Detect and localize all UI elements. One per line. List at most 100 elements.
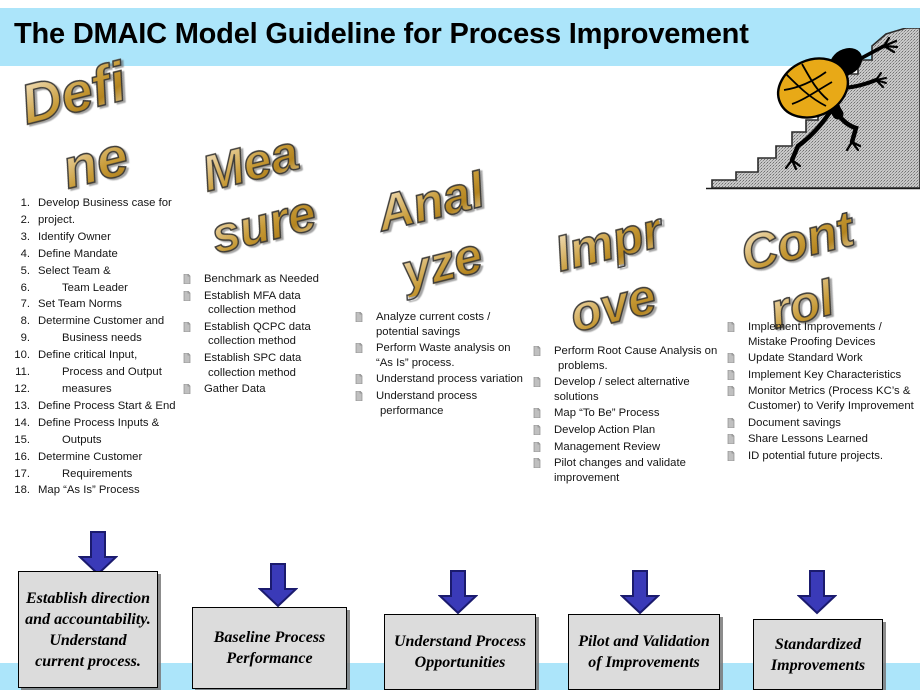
down-arrow-icon-1	[78, 531, 118, 576]
item-number: 13.	[14, 399, 30, 412]
outcome-box-analyze[interactable]: Understand Process Opportunities	[384, 614, 536, 690]
item-number: 18.	[14, 484, 30, 497]
item-line1: Implement Key Characteristics	[748, 368, 902, 381]
wordart-improve-line1: Impr	[549, 201, 669, 283]
item-line1: Gather Data	[204, 383, 266, 396]
item-line2: potential savings	[376, 325, 461, 338]
list-item: 6. Team Leader	[8, 280, 198, 297]
document-icon	[533, 441, 541, 452]
item-number: 1.	[20, 197, 30, 209]
list-item: 5. Select Team &	[8, 263, 198, 280]
item-text: Business needs	[62, 332, 142, 345]
item-line1: Document savings	[748, 416, 841, 429]
document-icon	[183, 290, 191, 301]
document-icon	[183, 384, 191, 395]
list-item: Understand process variation	[352, 372, 537, 387]
item-line2: performance	[380, 404, 444, 417]
item-line1: Develop Action Plan	[554, 423, 656, 436]
item-line2: Customer) to Verify Improvement	[748, 399, 914, 412]
outcome-box-define[interactable]: Establish direction and accountability. …	[18, 571, 158, 688]
outcome-box-improve[interactable]: Pilot and Validation of Improvements	[568, 614, 720, 690]
item-text: Outputs	[62, 433, 102, 446]
item-line1: Establish SPC data	[204, 351, 302, 364]
item-line1: Develop / select alternative	[554, 376, 690, 389]
down-arrow-icon-2	[258, 563, 298, 608]
item-line1: Management Review	[554, 440, 661, 453]
list-item: 15. Outputs	[8, 432, 198, 449]
analyze-list: Analyze current costs / potential saving…	[352, 310, 537, 420]
item-line1: Benchmark as Needed	[204, 273, 319, 285]
item-line1: Perform Root Cause Analysis on	[554, 345, 718, 357]
measure-items: Benchmark as Needed Establish MFA data c…	[180, 272, 360, 397]
document-icon	[727, 434, 735, 445]
item-number: 7.	[20, 298, 30, 311]
document-icon	[533, 424, 541, 435]
document-icon	[533, 377, 541, 388]
item-line1: Establish QCPC data	[204, 320, 311, 333]
list-item: 13. Define Process Start & End	[8, 398, 198, 415]
item-text: project.	[38, 213, 76, 226]
list-item: Perform Root Cause Analysis on problems.	[530, 344, 730, 373]
item-line1: Share Lessons Learned	[748, 433, 868, 446]
item-line1: Update Standard Work	[748, 352, 863, 365]
document-icon	[355, 390, 363, 401]
page-title: The DMAIC Model Guideline for Process Im…	[14, 18, 749, 50]
define-items: 1. Develop Business case for 2. project. 3…	[8, 195, 198, 499]
document-icon	[533, 458, 541, 469]
list-item: 18. Map “As Is” Process	[8, 482, 198, 499]
item-line1: Pilot changes and validate	[554, 457, 686, 470]
item-text: Define critical Input,	[38, 349, 138, 362]
list-item: 14. Define Process Inputs &	[8, 415, 198, 432]
mountain-icon	[706, 28, 920, 190]
define-list: 1. Develop Business case for 2. project. 3…	[8, 195, 198, 499]
list-item: Establish SPC data collection method	[180, 351, 360, 380]
list-item: 7. Set Team Norms	[8, 296, 198, 313]
document-icon	[727, 417, 735, 428]
document-icon	[727, 353, 735, 364]
down-arrow-icon-4	[620, 570, 660, 615]
wordart-define: Defi ne	[14, 49, 135, 201]
item-line1: ID potential future projects.	[748, 449, 884, 462]
list-item: Document savings	[724, 416, 920, 431]
item-number: 11.	[15, 366, 30, 379]
list-item: 10. Define critical Input,	[8, 347, 198, 364]
item-line1: Monitor Metrics (Process KC’s &	[748, 385, 911, 398]
list-item: Gather Data	[180, 382, 360, 397]
wordart-analyze: Anal yze	[371, 161, 491, 301]
item-text: Define Process Inputs &	[38, 416, 160, 429]
item-line1: Perform Waste analysis on	[376, 342, 511, 355]
list-item: 11. Process and Output	[8, 364, 198, 381]
document-icon	[355, 343, 363, 354]
down-arrow-icon-3	[438, 570, 478, 615]
list-item: 4. Define Mandate	[8, 246, 198, 263]
item-text: Process and Output	[62, 366, 162, 379]
item-number: 9.	[20, 332, 30, 345]
item-line2: improvement	[554, 471, 620, 484]
improve-list: Perform Root Cause Analysis on problems.…	[530, 344, 730, 487]
document-icon	[727, 386, 735, 397]
list-item: Develop / select alternative solutions	[530, 375, 730, 404]
document-icon	[355, 312, 363, 322]
document-icon	[183, 352, 191, 363]
document-icon	[533, 346, 541, 356]
measure-list: Benchmark as Needed Establish MFA data c…	[180, 272, 360, 399]
item-text: measures	[62, 382, 112, 395]
improve-items: Perform Root Cause Analysis on problems.…	[530, 344, 730, 485]
item-number: 12.	[14, 382, 30, 395]
control-items: Implement Improvements / Mistake Proofin…	[724, 320, 920, 463]
list-item: Establish QCPC data collection method	[180, 320, 360, 349]
outcome-box-control[interactable]: Standardized Improvements	[753, 619, 883, 690]
item-text: Develop Business case for	[38, 197, 172, 209]
list-item: Analyze current costs / potential saving…	[352, 310, 537, 339]
wordart-define-line2: ne	[55, 118, 172, 201]
item-line2: problems.	[558, 359, 608, 372]
item-text: Select Team &	[38, 264, 111, 277]
outcome-box-measure[interactable]: Baseline Process Performance	[192, 607, 347, 689]
item-number: 15.	[14, 433, 30, 446]
item-number: 2.	[20, 213, 30, 226]
list-item: 1. Develop Business case for	[8, 195, 198, 212]
control-list: Implement Improvements / Mistake Proofin…	[724, 320, 920, 465]
item-number: 5.	[20, 264, 30, 277]
list-item: Implement Improvements / Mistake Proofin…	[724, 320, 920, 349]
list-item: 3. Identify Owner	[8, 229, 198, 246]
